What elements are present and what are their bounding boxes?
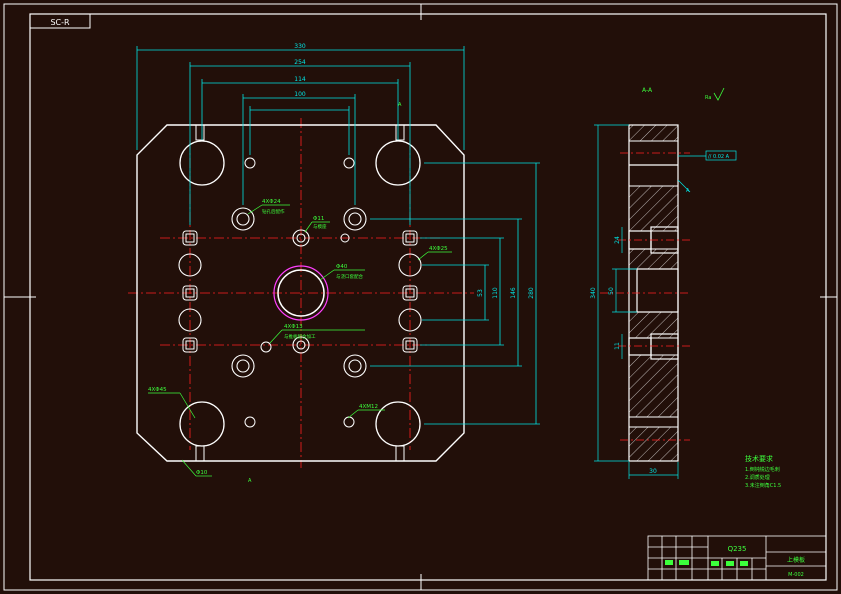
section-label: A-A [642,87,653,94]
dim-146: 146 [510,287,517,299]
code-tag-box: SC-R [29,13,91,29]
title-block: Q235 上模板 M-002 [647,535,827,581]
technical-requirements: 技术要求 1.倒钝锐边毛刺 2.调质处理 3.未注倒角C1.5 [745,454,781,489]
title-block-small-grid [665,560,748,566]
mark-a-top: A [398,102,402,108]
dim-24: 24 [614,236,621,244]
drawing-svg: SC-R 330 254 114 100 280 146 110 53 4XΦ2… [3,3,838,591]
grid-mark-1 [665,560,673,565]
callout-phi10: Φ10 [196,470,208,476]
datum-a: A [686,188,690,194]
callout-phi40-note: 与浇口套配合 [336,273,363,280]
guide-pillar-holes [179,140,421,447]
grid-mark-4 [726,561,734,566]
callout-4xm12: 4XM12 [359,404,378,410]
tech-req-item-1: 1.倒钝锐边毛刺 [745,466,780,473]
callout-phi11: Φ11 [313,216,324,222]
dim-11: 11 [614,342,621,350]
plan-centerlines [128,118,474,468]
dim-254: 254 [294,59,306,66]
dim-50: 50 [608,287,615,295]
counterbore-holes [231,207,367,378]
callout-4x24-note: 钻孔后配作 [262,208,285,215]
plan-dim-texts: 330 254 114 100 280 146 110 53 [294,43,535,299]
square-holes [182,230,418,353]
dim-110: 110 [492,287,499,299]
callout-4x25: 4XΦ25 [429,246,448,252]
dim-340: 340 [590,287,597,299]
grid-mark-2 [679,560,689,565]
section-view: 340 50 24 11 30 // 0.02 A A A-A Ra [590,87,737,479]
callout-phi40: Φ40 [336,264,348,270]
part-name: 上模板 [787,556,805,564]
mark-a-bottom: A [248,478,252,484]
callout-4x45: 4XΦ45 [148,387,167,393]
cad-drawing-sheet: SC-R 330 254 114 100 280 146 110 53 4XΦ2… [0,0,841,594]
dim-100: 100 [294,91,306,98]
tech-req-item-3: 3.未注倒角C1.5 [745,482,781,489]
code-tag: SC-R [50,18,70,27]
dim-280: 280 [528,287,535,299]
sheet-frame [3,3,838,591]
plan-small-marks: A A [248,102,402,484]
material: Q235 [728,545,747,553]
dim-330: 330 [294,43,306,50]
dim-114: 114 [294,76,306,83]
callout-phi11-note: 与模座 [313,223,327,230]
callout-4x24: 4XΦ24 [262,199,281,205]
grid-mark-3 [711,561,719,566]
dim-30: 30 [649,468,657,475]
plan-view: 330 254 114 100 280 146 110 53 4XΦ24 钻孔后… [128,43,540,484]
tech-req-title: 技术要求 [745,454,773,463]
callout-4x13: 4XΦ13 [284,324,303,330]
drawing-number: M-002 [788,572,804,578]
dim-53: 53 [477,289,484,297]
grid-mark-5 [740,561,748,566]
tech-req-item-2: 2.调质处理 [745,474,770,481]
callout-4x13-note: 与推板配合加工 [284,333,316,340]
roughness-note: Ra [705,95,711,101]
tolerance-frame: // 0.02 A [708,154,730,160]
roughness-symbol: Ra [705,87,725,101]
section-dimensions [594,124,737,479]
